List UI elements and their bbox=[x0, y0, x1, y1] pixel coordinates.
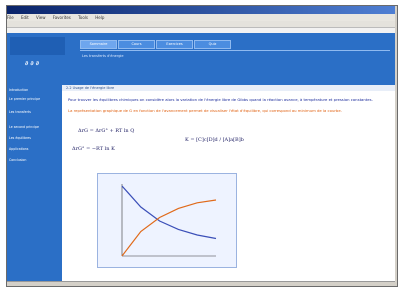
sidebar-item-equilibres[interactable]: Les équilibres bbox=[9, 136, 59, 140]
paragraph-intro: Pour trouver les équilibres chimiques on… bbox=[68, 97, 373, 102]
breadcrumb: 2.2 Usage de l'énergie libre bbox=[62, 85, 395, 91]
logo-symbol: ∂ ∂ ∂ bbox=[25, 60, 39, 67]
tab-quiz[interactable]: Quiz bbox=[194, 40, 231, 49]
sidebar-item-conclusion[interactable]: Conclusion bbox=[9, 158, 59, 162]
paragraph-graph: La représentation graphique de G en fonc… bbox=[68, 108, 342, 113]
formula-K: K = [C]c[D]d / [A]a[B]b bbox=[185, 137, 244, 143]
header-subtitle: Les transferts d'énergie bbox=[82, 54, 124, 58]
status-bar bbox=[7, 281, 395, 286]
menu-tools[interactable]: Tools bbox=[78, 15, 88, 20]
formula-deltaG: ΔrG = ΔrG° + RT ln Q bbox=[78, 128, 135, 134]
site-logo[interactable] bbox=[10, 37, 65, 55]
sidebar-item-transferts[interactable]: Les transferts bbox=[9, 110, 59, 114]
menu-bar: File Edit View Favorites Tools Help bbox=[7, 14, 395, 21]
series-line-1 bbox=[121, 199, 217, 257]
chart-svg bbox=[121, 184, 217, 257]
menu-help[interactable]: Help bbox=[95, 15, 104, 20]
sidebar-item-second-principe[interactable]: Le second principe bbox=[9, 125, 59, 129]
menu-view[interactable]: View bbox=[36, 15, 46, 20]
tab-sommaire[interactable]: Sommaire bbox=[80, 40, 117, 49]
series-line-0 bbox=[121, 185, 217, 240]
sidebar-item-applications[interactable]: Applications bbox=[9, 147, 59, 151]
formula-deltaG0: ΔrG° = −RT ln K bbox=[72, 146, 115, 152]
header-divider bbox=[80, 50, 390, 51]
menu-edit[interactable]: Edit bbox=[21, 15, 29, 20]
sidebar-item-premier-principe[interactable]: Le premier principe bbox=[9, 97, 59, 101]
sidebar-item-introduction[interactable]: Introduction bbox=[9, 88, 59, 92]
sidebar bbox=[7, 85, 62, 281]
tab-cours[interactable]: Cours bbox=[118, 40, 155, 49]
title-bar[interactable] bbox=[7, 6, 395, 14]
tab-exercices[interactable]: Exercices bbox=[156, 40, 193, 49]
menu-file[interactable]: File bbox=[7, 15, 14, 20]
equilibrium-graph bbox=[97, 173, 237, 268]
menu-favorites[interactable]: Favorites bbox=[53, 15, 71, 20]
